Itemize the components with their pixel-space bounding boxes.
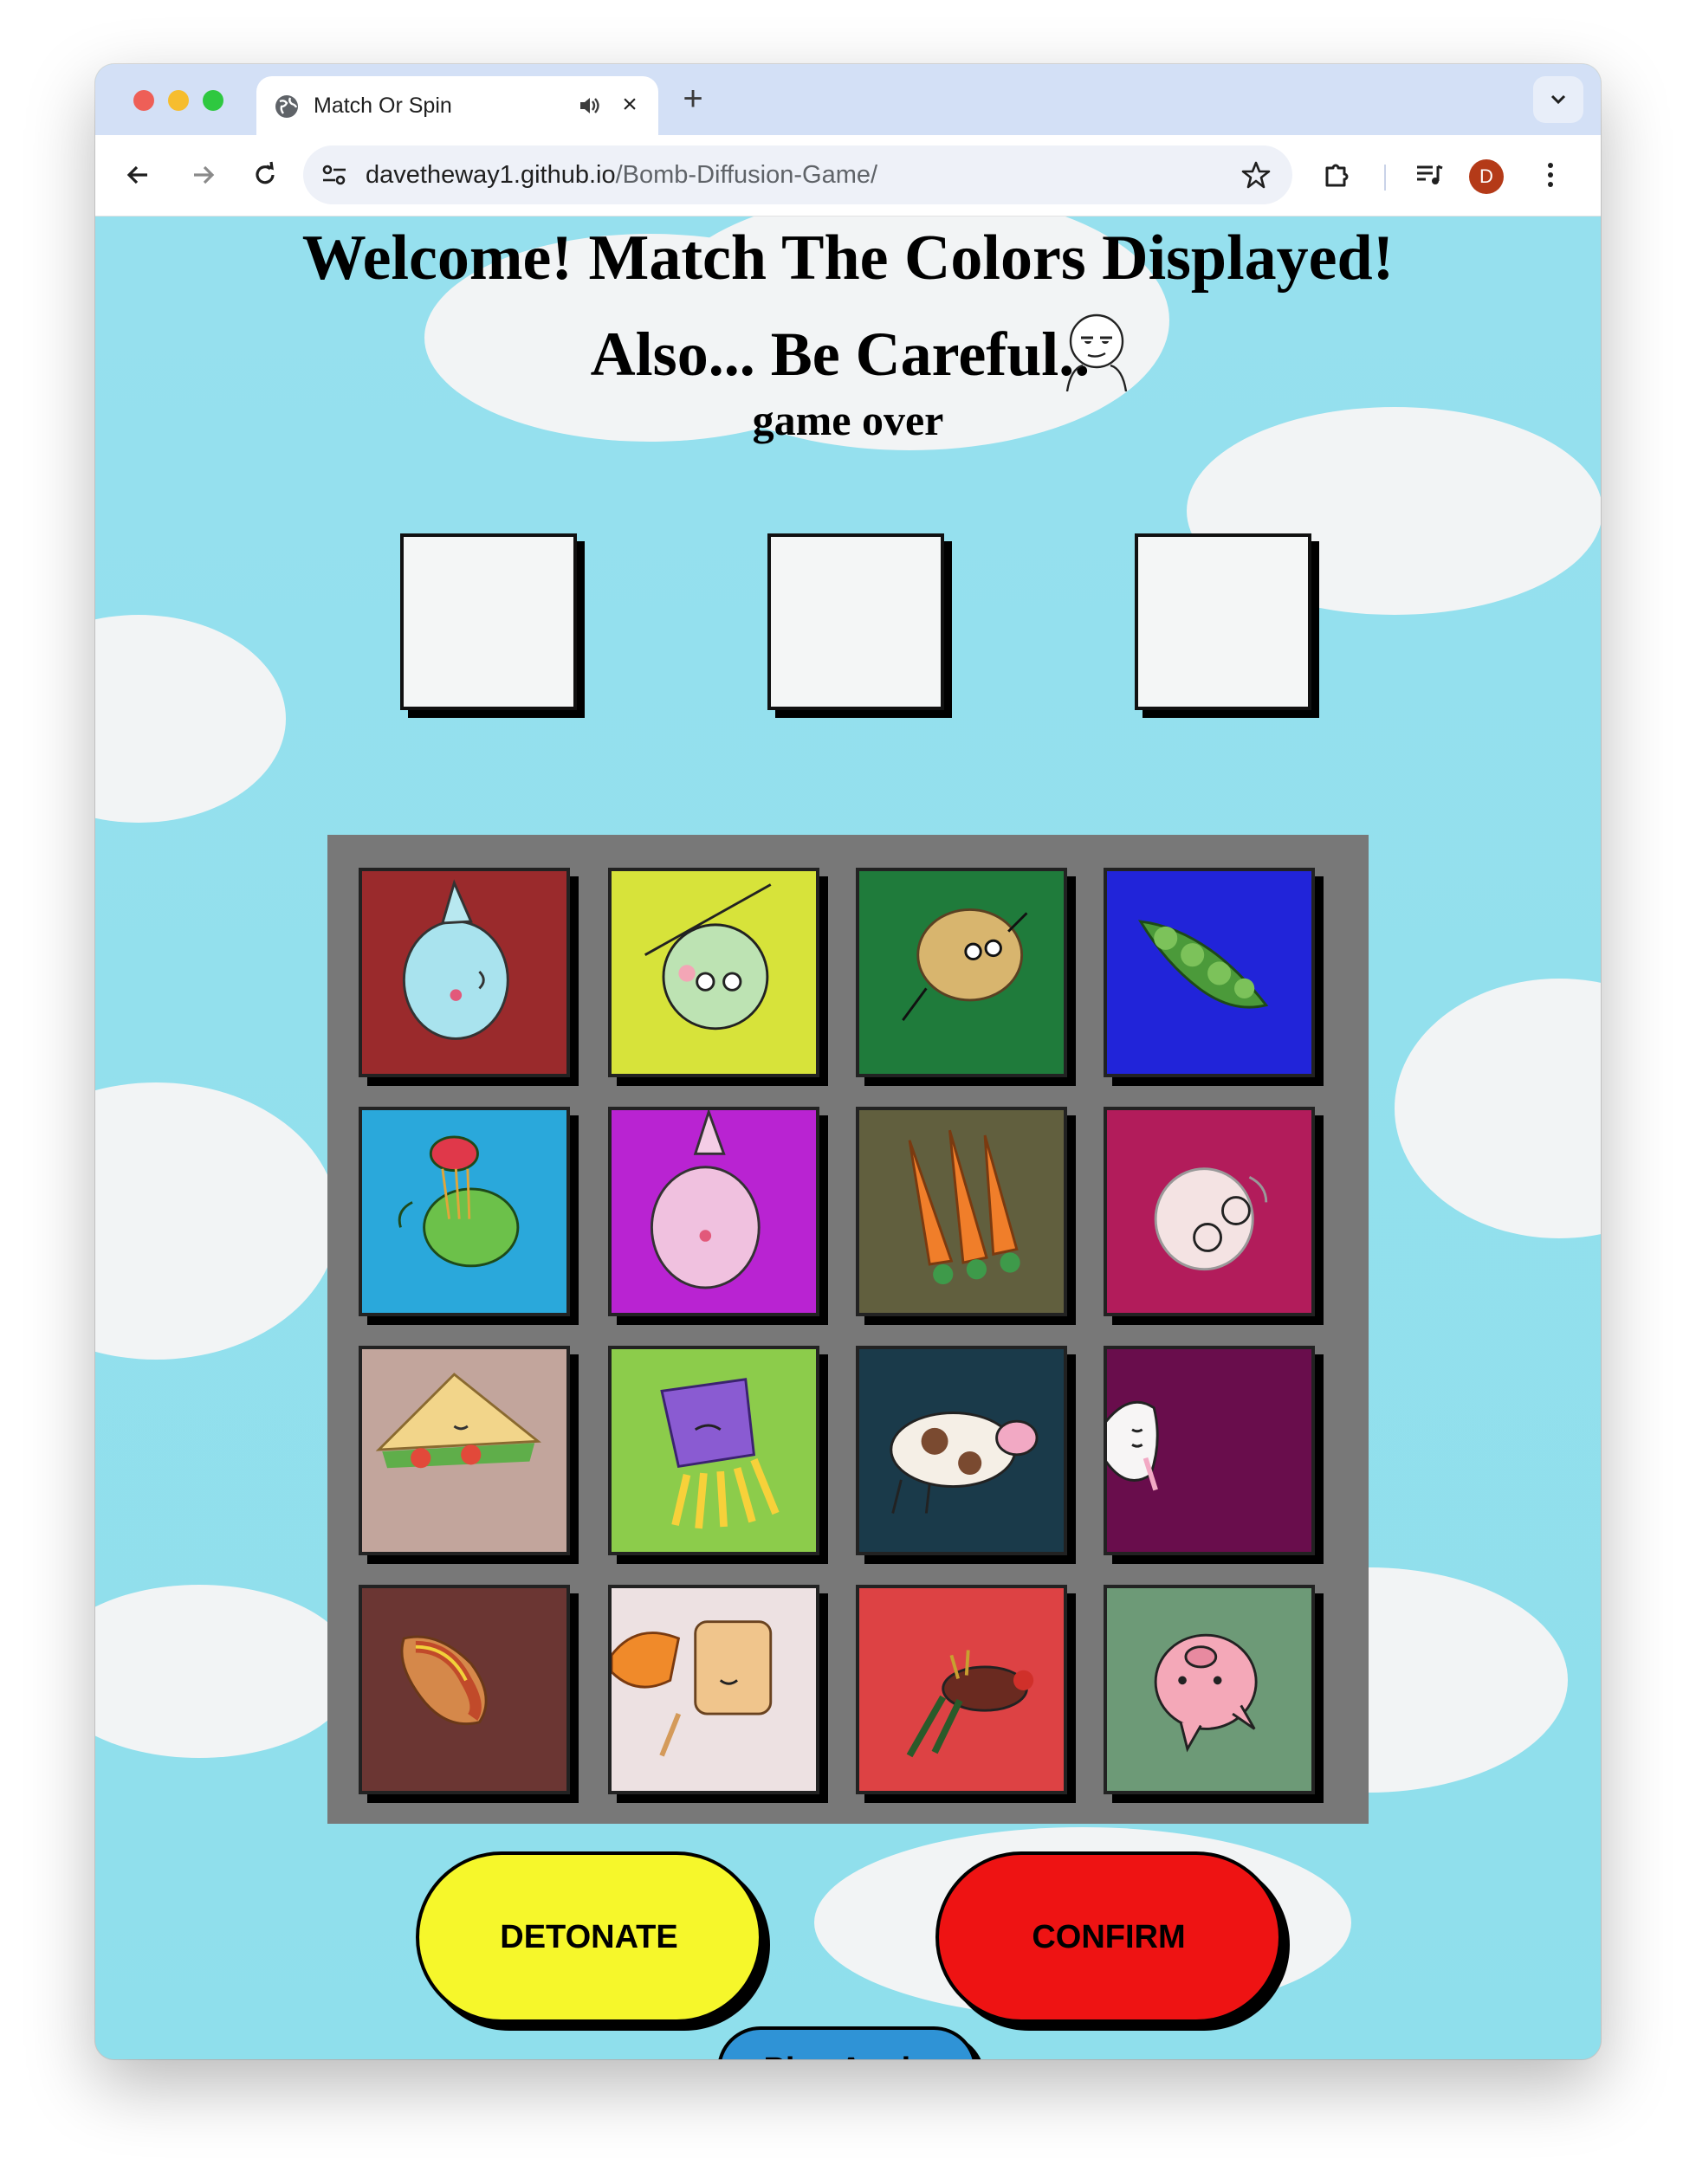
play-again-button[interactable]: Play Again [717, 2026, 977, 2059]
tile-toast[interactable] [608, 1585, 819, 1794]
browser-toolbar: davetheway1.github.io/Bomb-Diffusion-Gam… [95, 135, 1601, 216]
address-bar[interactable]: davetheway1.github.io/Bomb-Diffusion-Gam… [303, 145, 1292, 204]
tile-hotdog[interactable] [359, 1585, 570, 1794]
extensions-icon[interactable] [1320, 158, 1355, 192]
tile-fries[interactable] [608, 1346, 819, 1555]
tab-match-or-spin[interactable]: Match Or Spin × [256, 76, 658, 135]
media-controls-icon[interactable] [1412, 158, 1447, 192]
target-color-1 [400, 533, 577, 710]
potato-icon [902, 908, 1028, 1021]
cloud-decoration [1395, 979, 1601, 1238]
close-tab-icon[interactable]: × [615, 90, 644, 120]
tile-sandwich[interactable] [359, 1346, 570, 1555]
turtle-icon [398, 1135, 520, 1268]
site-settings-icon[interactable] [320, 163, 348, 187]
close-window-button[interactable] [133, 90, 154, 111]
game-page: Welcome! Match The Colors Displayed! Als… [95, 216, 1601, 2059]
cow-icon [890, 1412, 1039, 1514]
toolbar-divider [1384, 165, 1386, 191]
confirm-button[interactable]: CONFIRM [935, 1851, 1282, 2023]
cloud-decoration [95, 615, 286, 823]
tile-peapod[interactable] [1104, 868, 1315, 1077]
tile-unicorn[interactable] [608, 1107, 819, 1316]
garlic-icon [1154, 1167, 1268, 1271]
audio-playing-icon[interactable] [577, 94, 601, 118]
url-host: davetheway1.github.io [366, 161, 616, 189]
smirking-face-icon [1065, 313, 1128, 391]
rooster-icon [906, 1650, 1034, 1758]
tile-dinosaur[interactable] [359, 868, 570, 1077]
target-color-2 [767, 533, 944, 710]
target-color-3 [1135, 533, 1311, 710]
detonate-button[interactable]: DETONATE [416, 1851, 762, 2023]
carrots-icon [908, 1129, 1020, 1285]
globe-icon [275, 95, 298, 118]
browser-window: Match Or Spin × + davetheway1.github.io/… [95, 64, 1601, 2059]
sandwich-icon [375, 1373, 541, 1469]
page-subtitle: Also... Be Careful.. [590, 320, 1091, 389]
tile-carrots[interactable] [856, 1107, 1067, 1316]
chevron-down-icon [1550, 94, 1566, 105]
tab-search-button[interactable] [1533, 76, 1583, 123]
url-text: davetheway1.github.io/Bomb-Diffusion-Gam… [366, 161, 877, 190]
game-status: game over [752, 396, 944, 444]
cloud-decoration [95, 1585, 355, 1758]
bookmark-star-icon[interactable] [1240, 159, 1272, 191]
bear-icon [644, 883, 772, 1031]
url-path: /Bomb-Diffusion-Game/ [615, 161, 878, 189]
new-tab-icon[interactable]: + [674, 81, 712, 120]
minimize-window-button[interactable] [168, 90, 189, 111]
tile-rooster[interactable] [856, 1585, 1067, 1794]
llama-icon [1107, 1400, 1159, 1491]
hotdog-icon [400, 1635, 488, 1726]
cloud-decoration [95, 1082, 338, 1360]
profile-avatar[interactable]: D [1469, 159, 1504, 194]
tile-bear[interactable] [608, 868, 819, 1077]
tile-turtle[interactable] [359, 1107, 570, 1316]
tile-cow[interactable] [856, 1346, 1067, 1555]
tile-pig[interactable] [1104, 1585, 1315, 1794]
toast-icon [612, 1620, 773, 1757]
tile-llama[interactable] [1104, 1346, 1315, 1555]
reload-icon[interactable] [248, 158, 282, 192]
tab-title: Match Or Spin [314, 94, 452, 118]
game-board [327, 835, 1369, 1824]
pig-icon [1154, 1633, 1258, 1753]
fries-icon [660, 1378, 780, 1529]
maximize-window-button[interactable] [203, 90, 223, 111]
dinosaur-icon [402, 879, 509, 1040]
unicorn-icon [650, 1110, 761, 1289]
tab-strip: Match Or Spin × + [95, 64, 1601, 135]
back-icon[interactable] [121, 158, 156, 192]
peapod-icon [1137, 920, 1269, 1009]
tile-garlic[interactable] [1104, 1107, 1315, 1316]
page-title: Welcome! Match The Colors Displayed! [301, 223, 1395, 294]
forward-icon[interactable] [185, 158, 220, 192]
tile-potato[interactable] [856, 868, 1067, 1077]
more-menu-icon[interactable] [1533, 158, 1568, 192]
